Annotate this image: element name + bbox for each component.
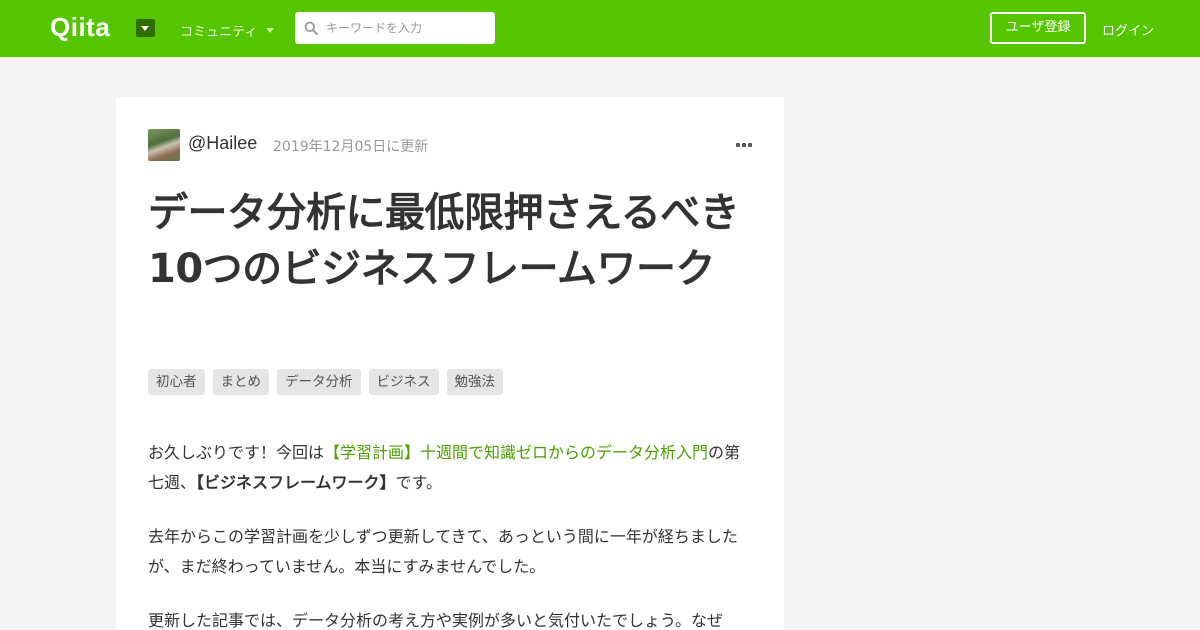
- article-title: データ分析に最低限押さえるべき10つのビジネスフレームワーク: [148, 190, 740, 292]
- tag-list: 初心者 まとめ データ分析 ビジネス 勉強法: [148, 369, 503, 395]
- community-menu[interactable]: コミュニティ: [180, 21, 275, 40]
- updated-date: 2019年12月05日に更新: [273, 139, 429, 155]
- login-link[interactable]: ログイン: [1102, 20, 1154, 39]
- bold-text: 【ビジネスフレームワーク】: [196, 473, 396, 492]
- more-options-icon[interactable]: [736, 143, 752, 147]
- chevron-down-icon: [266, 28, 275, 33]
- global-header: Qiita コミュニティ ユーザ登録 ログイン: [0, 0, 1200, 57]
- qiita-logo[interactable]: Qiita: [50, 12, 110, 43]
- search-box[interactable]: [295, 12, 495, 44]
- article-card: @Hailee 2019年12月05日に更新 データ分析に最低限押さえるべき10…: [116, 97, 784, 630]
- tag-item[interactable]: 初心者: [148, 369, 205, 395]
- signup-button[interactable]: ユーザ登録: [990, 12, 1086, 44]
- search-input[interactable]: [326, 12, 486, 44]
- tag-item[interactable]: データ分析: [277, 369, 361, 395]
- tag-item[interactable]: 勉強法: [446, 369, 503, 395]
- author-avatar[interactable]: [148, 129, 180, 161]
- body-paragraph: 更新した記事では、データ分析の考え方や実例が多いと気付いたでしょう。なぜ: [148, 611, 724, 630]
- community-label: コミュニティ: [180, 25, 258, 40]
- tag-item[interactable]: まとめ: [212, 369, 269, 395]
- body-paragraph: お久しぶりです！今回は【学習計画】十週間で知識ゼロからのデータ分析入門の第七週、…: [148, 443, 741, 492]
- article-body: お久しぶりです！今回は【学習計画】十週間で知識ゼロからのデータ分析入門の第七週、…: [148, 438, 748, 630]
- caret-down-icon: [141, 26, 149, 31]
- service-menu-button[interactable]: [136, 19, 155, 37]
- study-plan-link[interactable]: 【学習計画】十週間で知識ゼロからのデータ分析入門: [324, 443, 708, 462]
- search-icon: [304, 21, 318, 35]
- author-username[interactable]: @Hailee: [188, 133, 257, 154]
- body-paragraph: 去年からこの学習計画を少しずつ更新してきて、あっという間に一年が経ちましたが、ま…: [148, 527, 738, 576]
- tag-item[interactable]: ビジネス: [368, 369, 439, 395]
